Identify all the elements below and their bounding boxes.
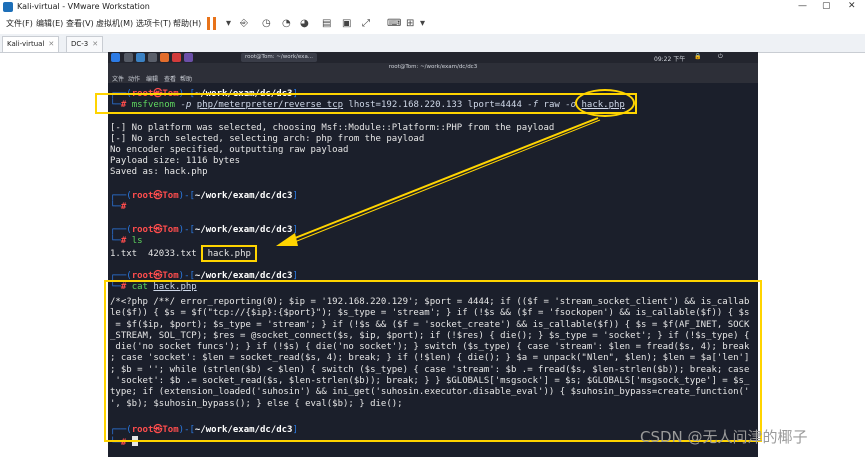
arrow-line-shadow — [291, 119, 601, 244]
arrow-line — [289, 117, 599, 241]
arrow-head — [276, 233, 298, 246]
annotation-arrow — [276, 117, 601, 246]
watermark: CSDN @无人问津的椰子 — [640, 428, 808, 446]
